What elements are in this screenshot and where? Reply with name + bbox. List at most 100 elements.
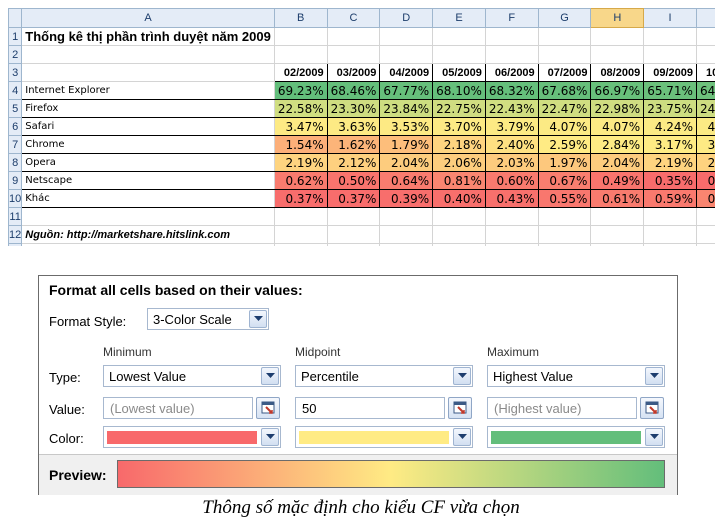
share-value-cell[interactable]: 2.17% xyxy=(695,153,715,172)
cell[interactable] xyxy=(537,27,592,46)
cell[interactable] xyxy=(484,207,539,226)
share-value-cell[interactable]: 4.07% xyxy=(590,117,645,136)
cell[interactable] xyxy=(537,45,592,64)
cell[interactable] xyxy=(484,225,539,244)
cell[interactable] xyxy=(695,243,715,246)
share-value-cell[interactable]: 2.18% xyxy=(432,135,486,154)
source-note[interactable]: Nguồn: http://marketshare.hitslink.com xyxy=(21,225,275,244)
cell[interactable] xyxy=(537,225,592,244)
row-header[interactable]: 3 xyxy=(8,63,23,82)
midpoint-color-picker[interactable] xyxy=(295,426,473,448)
chevron-down-icon[interactable] xyxy=(453,428,471,446)
minimum-type-dropdown[interactable]: Lowest Value xyxy=(103,365,281,387)
column-header[interactable]: F xyxy=(484,8,539,28)
share-value-cell[interactable]: 0.37% xyxy=(326,189,381,208)
browser-name[interactable]: Firefox xyxy=(21,99,275,118)
share-value-cell[interactable]: 0.49% xyxy=(590,171,645,190)
cell[interactable] xyxy=(21,207,275,226)
share-value-cell[interactable]: 0.39% xyxy=(379,189,434,208)
minimum-range-picker-button[interactable] xyxy=(256,397,280,419)
row-header[interactable]: 9 xyxy=(8,171,23,190)
chevron-down-icon[interactable] xyxy=(453,367,471,385)
cell[interactable] xyxy=(432,27,486,46)
cell[interactable] xyxy=(326,207,381,226)
share-value-cell[interactable]: 0.60% xyxy=(484,171,539,190)
row-header[interactable]: 1 xyxy=(8,27,23,46)
browser-name[interactable]: Chrome xyxy=(21,135,275,154)
share-value-cell[interactable]: 2.12% xyxy=(326,153,381,172)
share-value-cell[interactable]: 0.64% xyxy=(379,171,434,190)
minimum-color-picker[interactable] xyxy=(103,426,281,448)
cell[interactable] xyxy=(590,27,645,46)
minimum-value-field[interactable] xyxy=(103,397,253,419)
share-value-cell[interactable]: 68.32% xyxy=(484,81,539,100)
cell[interactable] xyxy=(326,27,381,46)
row-header[interactable]: 5 xyxy=(8,99,23,118)
share-value-cell[interactable]: 0.67% xyxy=(537,171,592,190)
browser-name[interactable]: Khác xyxy=(21,189,275,208)
cell[interactable] xyxy=(695,45,715,64)
row-header[interactable]: 13 xyxy=(8,243,23,246)
share-value-cell[interactable]: 0.62% xyxy=(273,171,328,190)
browser-name[interactable]: Netscape xyxy=(21,171,275,190)
column-header[interactable]: I xyxy=(643,8,697,28)
share-value-cell[interactable]: 2.04% xyxy=(590,153,645,172)
share-value-cell[interactable]: 2.19% xyxy=(273,153,328,172)
cell[interactable] xyxy=(326,45,381,64)
sheet-title[interactable]: Thống kê thị phần trình duyệt năm 2009 xyxy=(21,27,275,46)
cell[interactable] xyxy=(273,27,328,46)
cell[interactable] xyxy=(695,207,715,226)
share-value-cell[interactable]: 2.03% xyxy=(484,153,539,172)
cell[interactable] xyxy=(590,243,645,246)
cell[interactable] xyxy=(326,225,381,244)
cell[interactable] xyxy=(273,45,328,64)
column-header[interactable]: J xyxy=(695,8,715,28)
month-header[interactable]: 06/2009 xyxy=(484,63,539,82)
cell[interactable] xyxy=(643,225,697,244)
maximum-value-field[interactable] xyxy=(487,397,637,419)
row-header[interactable]: 6 xyxy=(8,117,23,136)
row-header[interactable]: 8 xyxy=(8,153,23,172)
column-header[interactable]: C xyxy=(326,8,381,28)
cell[interactable] xyxy=(432,207,486,226)
cell[interactable] xyxy=(590,207,645,226)
column-header[interactable]: E xyxy=(432,8,486,28)
share-value-cell[interactable]: 2.19% xyxy=(643,153,697,172)
cell[interactable] xyxy=(484,243,539,246)
share-value-cell[interactable]: 1.62% xyxy=(326,135,381,154)
cell[interactable] xyxy=(643,243,697,246)
cell[interactable] xyxy=(643,27,697,46)
share-value-cell[interactable]: 4.42% xyxy=(695,117,715,136)
share-value-cell[interactable]: 0.50% xyxy=(326,171,381,190)
share-value-cell[interactable]: 24.07% xyxy=(695,99,715,118)
share-value-cell[interactable]: 22.58% xyxy=(273,99,328,118)
chevron-down-icon[interactable] xyxy=(645,428,663,446)
share-value-cell[interactable]: 1.97% xyxy=(537,153,592,172)
cell[interactable] xyxy=(695,225,715,244)
minimum-value-input[interactable] xyxy=(108,400,252,417)
share-value-cell[interactable]: 4.07% xyxy=(537,117,592,136)
share-value-cell[interactable]: 2.04% xyxy=(379,153,434,172)
cell[interactable] xyxy=(21,243,275,246)
maximum-type-dropdown[interactable]: Highest Value xyxy=(487,365,665,387)
chevron-down-icon[interactable] xyxy=(261,367,279,385)
share-value-cell[interactable]: 2.40% xyxy=(484,135,539,154)
share-value-cell[interactable]: 0.61% xyxy=(590,189,645,208)
cell[interactable] xyxy=(273,243,328,246)
format-style-dropdown[interactable]: 3-Color Scale xyxy=(147,308,269,330)
cell[interactable] xyxy=(537,243,592,246)
share-value-cell[interactable]: 1.54% xyxy=(273,135,328,154)
midpoint-range-picker-button[interactable] xyxy=(448,397,472,419)
cell[interactable] xyxy=(326,243,381,246)
cell[interactable] xyxy=(379,225,434,244)
midpoint-value-input[interactable] xyxy=(300,400,444,417)
share-value-cell[interactable]: 22.75% xyxy=(432,99,486,118)
cell[interactable] xyxy=(379,207,434,226)
spreadsheet[interactable]: ABCDEFGHIJKL1Thống kê thị phần trình duy… xyxy=(8,8,715,246)
share-value-cell[interactable]: 0.35% xyxy=(643,171,697,190)
share-value-cell[interactable]: 67.68% xyxy=(537,81,592,100)
cell[interactable] xyxy=(273,207,328,226)
chevron-down-icon[interactable] xyxy=(261,428,279,446)
share-value-cell[interactable]: 0.37% xyxy=(273,189,328,208)
cell[interactable] xyxy=(484,27,539,46)
